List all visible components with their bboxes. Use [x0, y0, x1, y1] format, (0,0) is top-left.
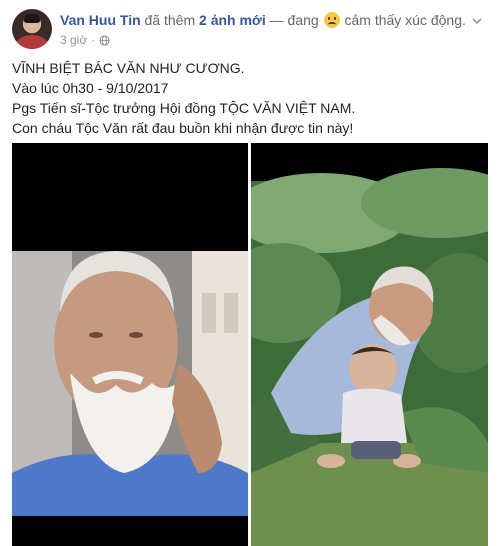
feeling-text: cảm thấy xúc động.	[344, 12, 466, 28]
post-line-4: Con cháu Tộc Văn rất đau buồn khi nhận đ…	[12, 120, 354, 136]
meta-separator: ·	[91, 33, 96, 47]
avatar-hair	[24, 14, 40, 23]
post-line-1: VĨNH BIỆT BÁC VĂN NHƯ CƯƠNG.	[12, 60, 245, 76]
feeling-prefix: — đang	[269, 12, 319, 28]
post-meta: 3 giờ ·	[60, 33, 110, 47]
post-line-3: Pgs Tiến sĩ-Tộc trưởng Hội đồng TỘC VĂN …	[12, 100, 356, 116]
post-header: Van Huu Tin đã thêm 2 ảnh mới — đang cảm…	[60, 12, 466, 28]
action-text: đã thêm	[144, 12, 196, 28]
author-name-link[interactable]: Van Huu Tin	[60, 12, 141, 28]
globe-icon[interactable]	[99, 34, 110, 46]
photo-portrait-image	[12, 143, 248, 546]
timestamp-link[interactable]: 3 giờ	[60, 33, 87, 47]
chevron-down-icon[interactable]	[472, 16, 482, 26]
photo-with-baby[interactable]	[251, 143, 488, 546]
photo-with-baby-image	[251, 143, 488, 546]
sad-face-icon	[323, 12, 340, 28]
avatar[interactable]	[12, 9, 52, 49]
avatar-shirt	[16, 35, 48, 49]
photo-portrait[interactable]	[12, 143, 248, 546]
photos-link[interactable]: 2 ảnh mới	[199, 12, 266, 28]
post-message: VĨNH BIỆT BÁC VĂN NHƯ CƯƠNG. Vào lúc 0h3…	[12, 58, 482, 138]
facebook-post: Van Huu Tin đã thêm 2 ảnh mới — đang cảm…	[0, 0, 499, 546]
post-line-2: Vào lúc 0h30 - 9/10/2017	[12, 80, 169, 96]
